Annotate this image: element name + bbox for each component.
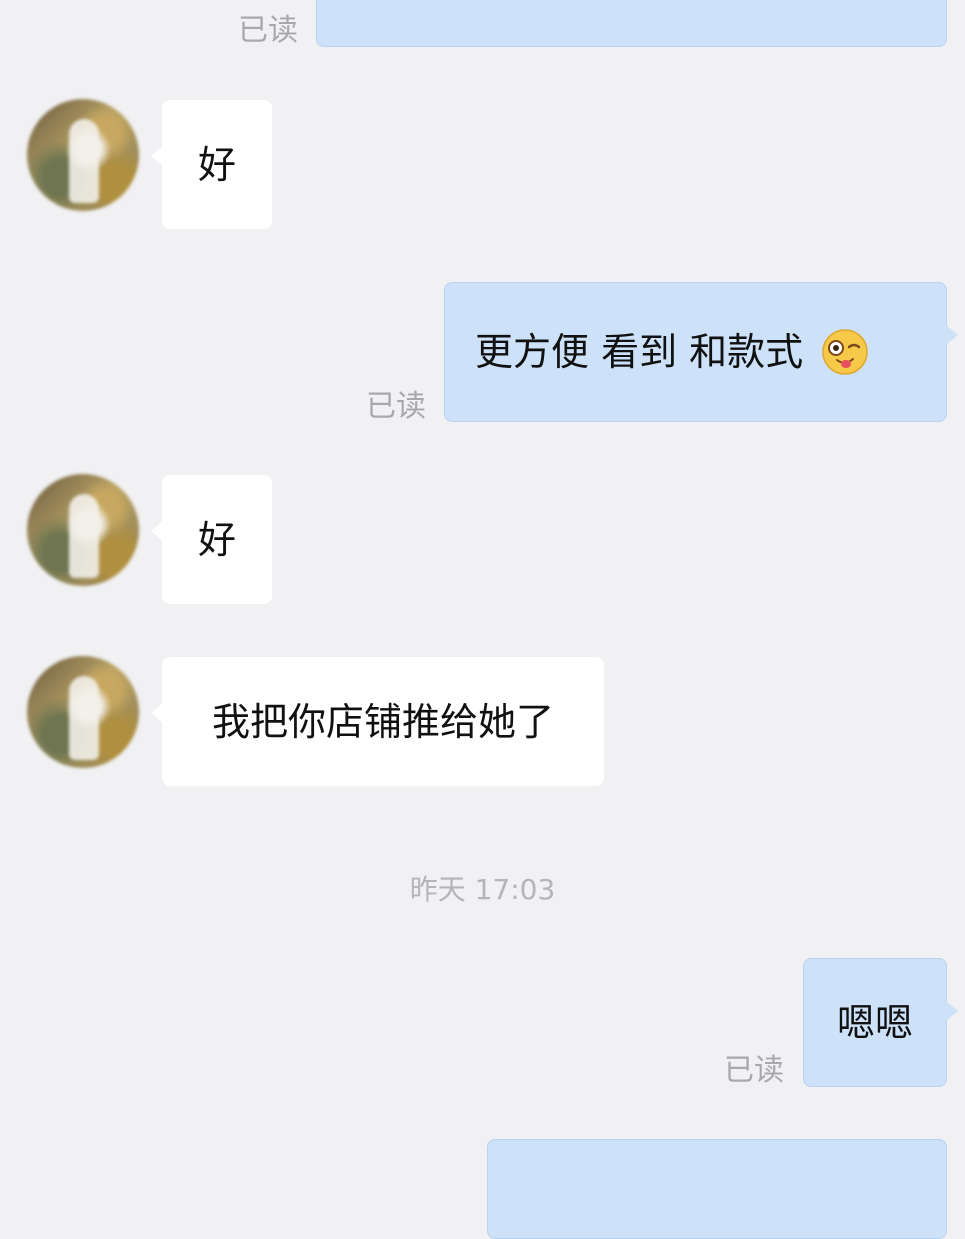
contact-avatar[interactable] xyxy=(27,474,139,586)
outgoing-message-bubble[interactable]: 嗯嗯 xyxy=(803,958,958,1087)
message-text: 更方便 看到 和款式 xyxy=(475,330,804,374)
read-receipt: 已读 xyxy=(238,13,298,48)
outgoing-message-bubble[interactable]: 更方便 看到 和款式 xyxy=(444,282,958,422)
outgoing-message-bubble[interactable] xyxy=(316,0,947,47)
outgoing-message-bubble[interactable] xyxy=(487,1139,947,1239)
message-text: 好 xyxy=(197,142,236,187)
incoming-message-bubble[interactable]: 好 xyxy=(151,100,272,229)
contact-avatar[interactable] xyxy=(27,99,139,211)
message-text: 好 xyxy=(197,517,236,562)
winking-tongue-face-icon xyxy=(822,329,868,375)
read-receipt: 已读 xyxy=(724,1053,784,1088)
incoming-message-bubble[interactable]: 我把你店铺推给她了 xyxy=(151,657,604,786)
message-text: 我把你店铺推给她了 xyxy=(211,699,554,744)
contact-avatar[interactable] xyxy=(27,656,139,768)
incoming-message-bubble[interactable]: 好 xyxy=(151,475,272,604)
chat-timestamp: 昨天 17:03 xyxy=(409,873,556,906)
message-text: 嗯嗯 xyxy=(836,1000,913,1045)
read-receipt: 已读 xyxy=(366,389,426,424)
